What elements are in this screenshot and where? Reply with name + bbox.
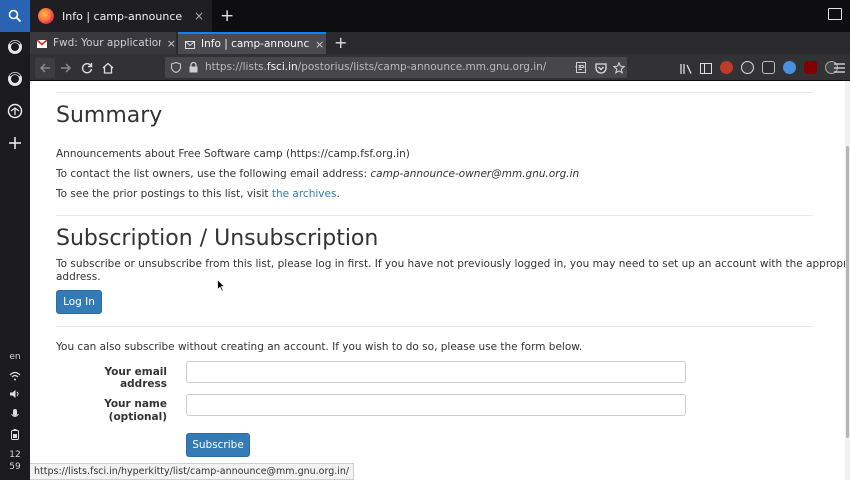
os-window-tab[interactable]: Info | camp-announce@... × (30, 0, 212, 32)
ublock-icon[interactable] (804, 61, 817, 74)
mic-icon[interactable] (5, 404, 25, 424)
summary-heading: Summary (56, 103, 163, 128)
divider (56, 326, 813, 327)
page-content: Summary Announcements about Free Softwar… (30, 81, 845, 480)
new-tab-button[interactable]: + (334, 33, 347, 52)
wifi-icon[interactable] (5, 366, 25, 386)
scrollbar-thumb[interactable] (846, 146, 849, 438)
url-bar[interactable]: https://lists.fsci.in/postorius/lists/ca… (165, 57, 627, 78)
contact-line: To contact the list owners, use the foll… (56, 168, 580, 180)
os-window-bar: Info | camp-announce@... × + (30, 0, 850, 32)
name-field[interactable] (186, 394, 686, 416)
forward-arrow-icon (61, 63, 72, 73)
email-label: Your email address (104, 366, 167, 390)
url-text: https://lists.fsci.in/postorius/lists/ca… (205, 61, 547, 73)
reload-icon (81, 63, 93, 74)
clock-hour: 12 (9, 450, 21, 460)
bookmark-star-button[interactable] (609, 58, 629, 78)
tab-title: Info | camp-announce@m (201, 38, 309, 50)
firefox-icon[interactable] (5, 37, 25, 57)
name-label-line2: (optional) (108, 411, 167, 423)
link-status-bar: https://lists.fsci.in/hyperkitty/list/ca… (30, 463, 355, 480)
tab-title: Fwd: Your application fo (53, 37, 161, 49)
archives-link[interactable]: the archives (272, 188, 337, 200)
email-field[interactable] (186, 361, 686, 383)
language-indicator[interactable]: en (0, 352, 30, 362)
archives-line: To see the prior postings to this list, … (56, 188, 340, 200)
plus-icon[interactable] (5, 133, 25, 153)
home-icon (102, 62, 114, 74)
battery-icon[interactable] (5, 424, 25, 444)
os-side-panel: en 12 59 (0, 0, 30, 480)
new-window-tab-button[interactable]: + (220, 6, 234, 26)
sidebar-button[interactable] (696, 58, 716, 78)
library-button[interactable] (676, 58, 696, 78)
subscribe-button[interactable]: Subscribe (186, 433, 250, 457)
pocket-button[interactable] (591, 58, 611, 78)
browser-tabstrip: Fwd: Your application fo × Info | camp-a… (30, 32, 850, 54)
login-instructions-line1: To subscribe or unsubscribe from this li… (56, 258, 845, 270)
name-label-line1: Your name (104, 398, 167, 410)
name-label: Your name (optional) (56, 398, 167, 423)
close-icon[interactable]: × (167, 37, 176, 50)
back-arrow-icon (39, 63, 50, 73)
subscription-heading: Subscription / Unsubscription (56, 226, 379, 251)
volume-icon[interactable] (5, 384, 25, 404)
hamburger-icon (833, 63, 845, 73)
update-icon[interactable] (5, 101, 25, 121)
menu-button[interactable] (830, 58, 848, 78)
lock-icon[interactable] (187, 61, 199, 73)
shield-icon[interactable] (170, 61, 182, 73)
search-icon (8, 9, 22, 23)
extension-icon[interactable] (783, 61, 796, 74)
browser-tab-info[interactable]: Info | camp-announce@m × (178, 32, 326, 54)
close-icon[interactable]: × (194, 9, 204, 23)
divider (56, 92, 813, 93)
navigation-toolbar: https://lists.fsci.in/postorius/lists/ca… (30, 54, 850, 81)
list-description: Announcements about Free Software camp (… (56, 148, 410, 160)
library-icon (679, 63, 692, 74)
mouse-cursor-icon (217, 279, 225, 292)
mail-icon (185, 40, 195, 49)
close-icon[interactable]: × (315, 38, 324, 51)
owner-email: camp-announce-owner@mm.gnu.org.in (370, 168, 580, 180)
pocket-icon (595, 62, 607, 74)
firefox-icon (38, 8, 54, 24)
alt-subscribe-text: You can also subscribe without creating … (56, 341, 583, 353)
star-icon (613, 62, 625, 74)
gmail-icon (36, 39, 48, 48)
home-button[interactable] (98, 58, 118, 78)
reload-button[interactable] (77, 58, 97, 78)
extension-icon[interactable] (762, 61, 775, 74)
firefox-icon[interactable] (5, 69, 25, 89)
login-instructions-line2: address. (56, 271, 101, 283)
clock-minute: 59 (9, 462, 21, 472)
extension-icon[interactable] (741, 61, 754, 74)
back-button[interactable] (35, 58, 55, 78)
window-overview-icon[interactable] (828, 8, 842, 20)
divider (56, 215, 813, 216)
extension-icon[interactable] (720, 61, 733, 74)
page-actions-button[interactable]: ··· (570, 57, 590, 77)
sidebar-icon (700, 62, 712, 74)
os-window-tab-title: Info | camp-announce@... (62, 9, 182, 23)
login-button[interactable]: Log In (56, 290, 102, 314)
os-search-button[interactable] (0, 0, 30, 32)
forward-button[interactable] (56, 58, 76, 78)
page-scrollbar[interactable] (845, 81, 850, 480)
browser-tab-gmail[interactable]: Fwd: Your application fo × (30, 32, 176, 54)
